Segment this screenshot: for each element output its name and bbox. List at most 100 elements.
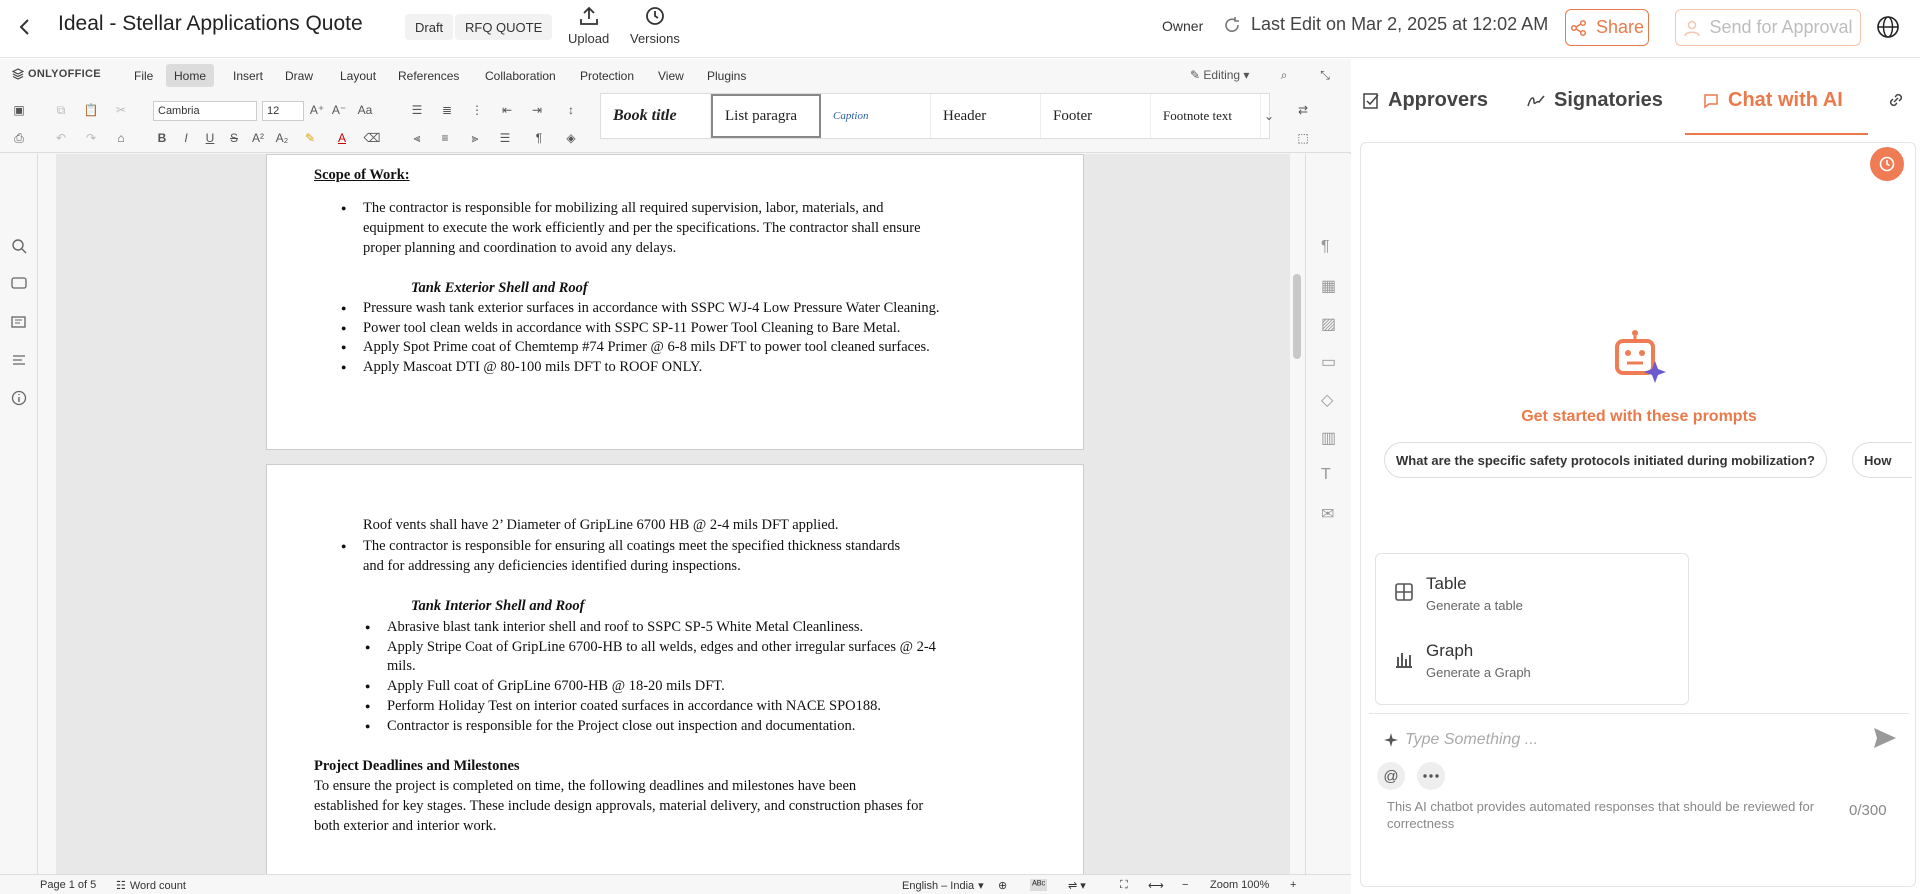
numbering-icon[interactable]: ≣ — [438, 101, 456, 119]
share-button[interactable]: Share — [1565, 9, 1649, 46]
tab-approvers[interactable]: Approvers — [1362, 89, 1488, 112]
prompt-chip[interactable]: How — [1852, 442, 1912, 478]
prompt-chip[interactable]: What are the specific safety protocols i… — [1384, 442, 1827, 478]
back-icon[interactable] — [18, 14, 38, 40]
copy-icon[interactable]: ⧉ — [52, 101, 70, 119]
select-all-icon[interactable]: ⬚ — [1294, 129, 1312, 147]
language-select[interactable]: English – India ▾ — [902, 879, 984, 893]
bullets-icon[interactable]: ☰ — [408, 101, 426, 119]
globe-icon[interactable]: ⊕ — [998, 879, 1007, 892]
versions-button[interactable]: Versions — [630, 5, 680, 46]
refresh-icon[interactable] — [1223, 16, 1241, 34]
font-size-select[interactable]: 12 — [262, 101, 304, 121]
text-art-icon[interactable]: T — [1321, 466, 1337, 483]
format-painter-icon[interactable]: ⌂ — [112, 129, 130, 147]
editing-mode[interactable]: ✎ Editing ▾ — [1190, 68, 1249, 82]
underline-icon[interactable]: U — [201, 129, 219, 147]
globe-icon[interactable] — [1876, 15, 1900, 44]
send-icon[interactable] — [1873, 727, 1897, 754]
menu-home[interactable]: Home — [166, 64, 215, 87]
style-header[interactable]: Header — [931, 94, 1041, 138]
track-changes-icon[interactable]: ⇌ ▾ — [1068, 879, 1086, 892]
justify-icon[interactable]: ☰ — [496, 129, 514, 147]
superscript-icon[interactable]: A² — [249, 129, 267, 147]
search-icon[interactable] — [11, 238, 27, 254]
style-caption[interactable]: Caption — [821, 94, 931, 138]
shape-settings-icon[interactable]: ◇ — [1321, 390, 1337, 409]
document-page-1[interactable]: Scope of Work: The contractor is respons… — [266, 154, 1084, 450]
cut-icon[interactable]: ✂ — [112, 101, 130, 119]
undo-icon[interactable]: ↶ — [52, 129, 70, 147]
increase-font-icon[interactable]: A⁺ — [308, 101, 326, 119]
image-settings-icon[interactable]: ▨ — [1321, 314, 1337, 333]
paragraph-settings-icon[interactable]: ¶ — [1321, 238, 1337, 255]
multilevel-icon[interactable]: ⋮ — [468, 101, 486, 119]
style-book-title[interactable]: Book title — [601, 94, 711, 138]
font-family-select[interactable]: Cambria — [153, 101, 257, 121]
save-icon[interactable]: ▣ — [10, 101, 28, 119]
highlight-icon[interactable]: ✎ — [301, 129, 319, 147]
italic-icon[interactable]: I — [177, 129, 195, 147]
spellcheck-icon[interactable]: ᴬᴮᶜ — [1030, 879, 1048, 891]
clear-format-icon[interactable]: ⌫ — [363, 129, 381, 147]
menu-draw[interactable]: Draw — [277, 64, 321, 87]
search-icon[interactable]: ⌕ — [1275, 66, 1293, 84]
styles-expand-icon[interactable]: ⌄ — [1260, 107, 1278, 125]
menu-references[interactable]: References — [390, 64, 467, 87]
menu-layout[interactable]: Layout — [332, 64, 384, 87]
line-spacing-icon[interactable]: ↕ — [562, 101, 580, 119]
style-footer[interactable]: Footer — [1041, 94, 1151, 138]
word-count-button[interactable]: ☷ Word count — [116, 879, 186, 893]
menu-file[interactable]: File — [126, 64, 161, 87]
vertical-scrollbar-thumb[interactable] — [1293, 274, 1301, 359]
menu-protection[interactable]: Protection — [572, 64, 642, 87]
subscript-icon[interactable]: A₂ — [273, 129, 291, 147]
paste-icon[interactable]: 📋 — [82, 101, 100, 119]
redo-icon[interactable]: ↷ — [82, 129, 100, 147]
mention-button[interactable]: @ — [1377, 762, 1405, 790]
decrease-indent-icon[interactable]: ⇤ — [498, 101, 516, 119]
header-footer-icon[interactable]: ▭ — [1321, 352, 1337, 371]
shading-icon[interactable]: ◈ — [562, 129, 580, 147]
menu-view[interactable]: View — [650, 64, 692, 87]
menu-item-graph[interactable]: Graph Generate a Graph — [1394, 641, 1531, 680]
fit-page-icon[interactable]: ⛶ — [1120, 879, 1128, 892]
table-settings-icon[interactable]: ▦ — [1321, 276, 1337, 295]
document-page-2[interactable]: Roof vents shall have 2’ Diameter of Gri… — [266, 464, 1084, 874]
strikethrough-icon[interactable]: S — [225, 129, 243, 147]
paragraph-mark-icon[interactable]: ¶ — [530, 129, 548, 147]
zoom-out-icon[interactable]: − — [1182, 879, 1188, 891]
fit-width-icon[interactable]: ⟷ — [1148, 879, 1164, 892]
print-icon[interactable]: ⎙ — [10, 129, 28, 147]
more-options-button[interactable] — [1417, 762, 1445, 790]
tab-chat-with-ai[interactable]: Chat with AI — [1702, 89, 1843, 112]
chart-settings-icon[interactable]: ▥ — [1321, 428, 1337, 447]
comments-icon[interactable] — [11, 276, 27, 292]
chat-input[interactable] — [1405, 728, 1845, 752]
bold-icon[interactable]: B — [153, 129, 171, 147]
upload-button[interactable]: Upload — [568, 5, 609, 46]
change-case-icon[interactable]: Aa — [356, 101, 374, 119]
style-list-paragraph[interactable]: List paragra — [711, 94, 821, 138]
menu-plugins[interactable]: Plugins — [699, 64, 754, 87]
mail-merge-icon[interactable]: ✉ — [1321, 504, 1337, 523]
page-indicator[interactable]: Page 1 of 5 — [40, 879, 96, 891]
decrease-font-icon[interactable]: A⁻ — [330, 101, 348, 119]
replace-icon[interactable]: ⇄ — [1294, 101, 1312, 119]
chat-icon[interactable] — [11, 314, 27, 330]
increase-indent-icon[interactable]: ⇥ — [528, 101, 546, 119]
style-footnote-text[interactable]: Footnote text — [1151, 94, 1261, 138]
zoom-in-icon[interactable]: + — [1290, 879, 1296, 891]
font-color-icon[interactable]: A — [333, 129, 351, 147]
collapse-icon[interactable]: ⤡ — [1316, 66, 1334, 84]
history-button[interactable] — [1870, 147, 1904, 181]
align-right-icon[interactable]: ⫸ — [466, 129, 484, 147]
send-for-approval-button[interactable]: Send for Approval — [1675, 9, 1861, 46]
align-left-icon[interactable]: ⫷ — [408, 129, 426, 147]
menu-insert[interactable]: Insert — [225, 64, 271, 87]
menu-item-table[interactable]: Table Generate a table — [1394, 574, 1523, 613]
align-center-icon[interactable]: ≡ — [436, 129, 454, 147]
link-icon[interactable] — [1887, 91, 1905, 109]
navigation-icon[interactable] — [11, 352, 27, 368]
tab-signatories[interactable]: Signatories — [1526, 89, 1663, 112]
